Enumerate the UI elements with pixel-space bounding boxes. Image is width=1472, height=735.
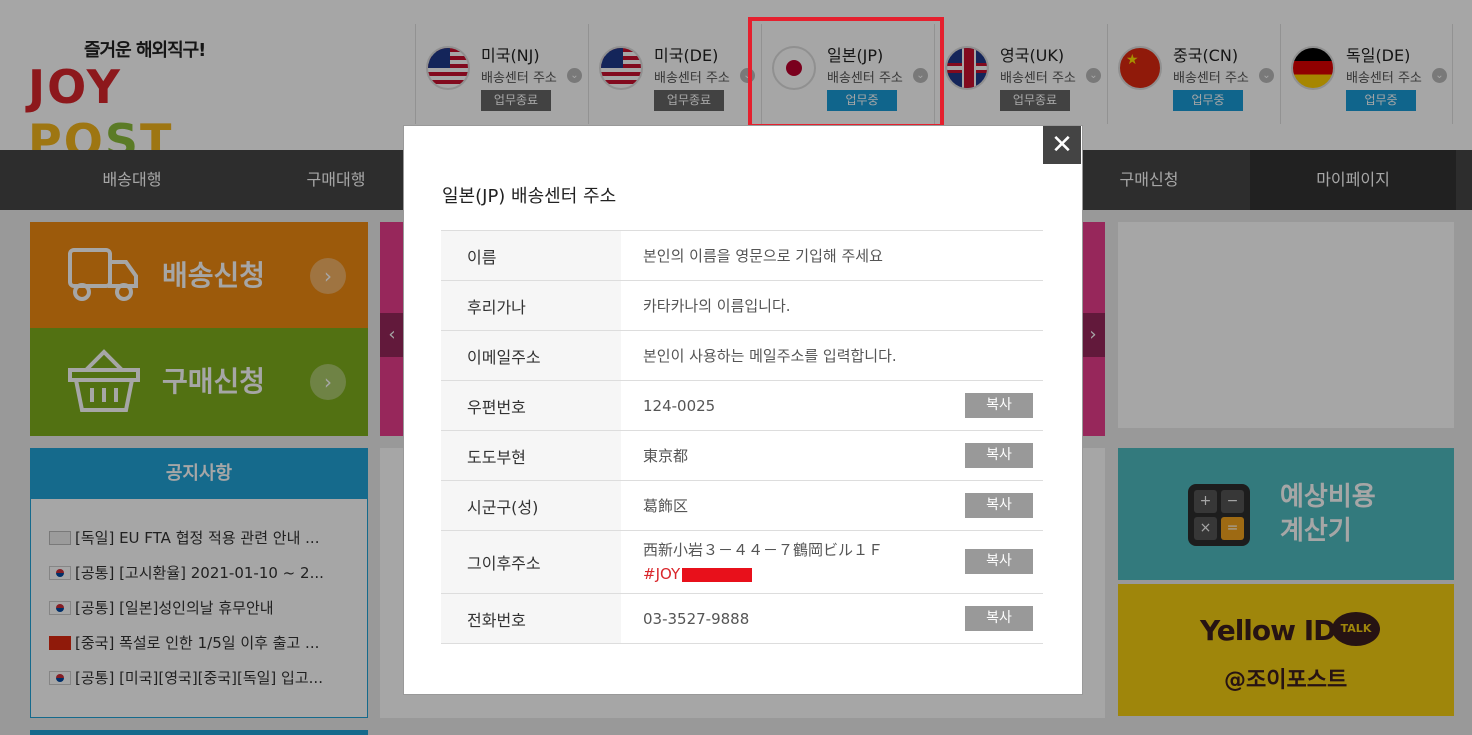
table-row: 전화번호 03-3527-9888 복사 [441, 594, 1043, 644]
table-row: 우편번호 124-0025 복사 [441, 381, 1043, 431]
copy-button[interactable]: 복사 [965, 549, 1033, 574]
copy-button[interactable]: 복사 [965, 443, 1033, 468]
table-row: 시군구(성) 葛飾区 복사 [441, 481, 1043, 531]
table-row: 후리가나 카타카나의 이름입니다. [441, 281, 1043, 331]
copy-button[interactable]: 복사 [965, 393, 1033, 418]
address-modal: 일본(JP) 배송센터 주소 이름 본인의 이름을 영문으로 기입해 주세요 후… [403, 125, 1083, 695]
table-row: 이름 본인의 이름을 영문으로 기입해 주세요 [441, 231, 1043, 281]
address-table: 이름 본인의 이름을 영문으로 기입해 주세요 후리가나 카타카나의 이름입니다… [441, 230, 1043, 644]
copy-button[interactable]: 복사 [965, 606, 1033, 631]
redacted-id [682, 567, 753, 582]
close-icon[interactable]: ✕ [1043, 126, 1081, 164]
selection-highlight [748, 17, 944, 128]
table-row: 이메일주소 본인이 사용하는 메일주소를 입력합니다. [441, 331, 1043, 381]
copy-button[interactable]: 복사 [965, 493, 1033, 518]
table-row: 그이후주소 西新小岩３－４４－７鶴岡ビル１Ｆ #JOY 복사 [441, 531, 1043, 594]
modal-title: 일본(JP) 배송센터 주소 [442, 186, 617, 207]
table-row: 도도부현 東京都 복사 [441, 431, 1043, 481]
